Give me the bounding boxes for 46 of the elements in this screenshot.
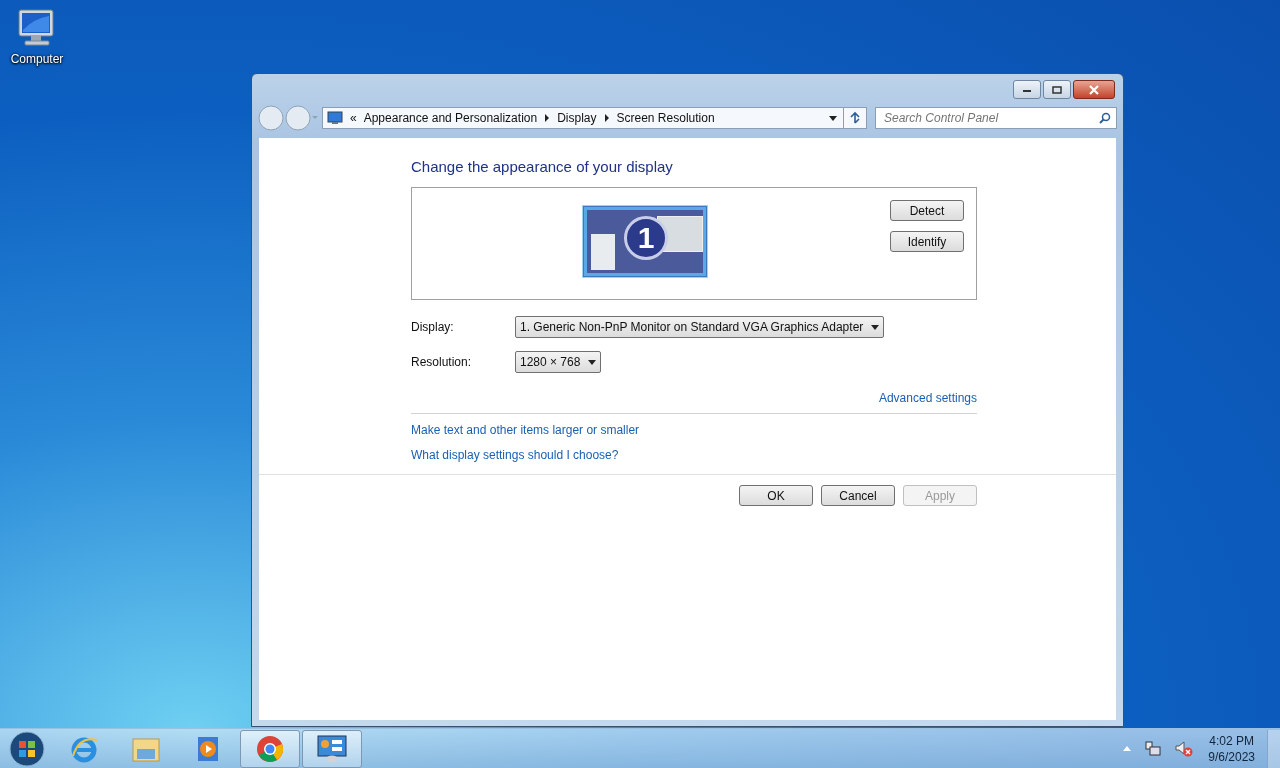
maximize-button[interactable] [1043,80,1071,99]
help-link[interactable]: Make text and other items larger or smaller [411,423,640,437]
breadcrumb-overflow[interactable]: « [350,111,357,125]
taskbar-button[interactable] [302,729,362,768]
chevron-right-icon[interactable] [544,114,551,122]
clock-date[interactable]: 9/6/2023 [1208,748,1255,765]
maximize-icon [1052,85,1062,94]
breadcrumb-item[interactable]: Appearance and Personalization [363,111,538,125]
refresh-arrows-icon [848,111,862,125]
page-heading: Change the appearance of your display [411,158,674,175]
volume-muted-icon[interactable] [1175,740,1194,757]
help-link[interactable]: What display settings should I choose? [411,448,619,462]
side-button[interactable]: Identify [890,231,964,252]
network-icon[interactable] [1145,740,1162,757]
minimize-button[interactable] [1013,80,1041,99]
chevron-right-icon[interactable] [603,114,610,122]
advanced-settings-link[interactable]: Advanced settings [878,391,977,405]
field-label: Display: [411,320,455,334]
media-player-icon [195,734,221,763]
refresh-button[interactable] [843,107,867,129]
dialog-button[interactable]: Cancel [821,485,895,506]
dropdown-arrow-icon [588,359,597,365]
dropdown-arrow-icon[interactable] [829,115,837,121]
breadcrumb-item[interactable]: Screen Resolution [616,111,715,125]
monitor-thumbnail[interactable]: 1 [583,206,707,277]
control-panel-icon [316,733,348,764]
monitor-number: 1 [624,216,668,260]
mini-window-drawing [591,234,615,270]
start-button[interactable] [7,728,47,768]
close-button[interactable] [1073,80,1115,99]
taskbar-button[interactable] [240,729,300,768]
search-field[interactable]: Search Control Panel [875,107,1117,129]
close-icon [1088,84,1100,95]
dropdown-arrow-icon [871,324,880,330]
field-label: Resolution: [411,355,473,369]
dialog-button[interactable]: OK [739,485,813,506]
side-button[interactable]: Detect [890,200,964,221]
clock-time[interactable]: 4:02 PM [1209,732,1254,749]
dropdown[interactable]: 1280 × 768 [515,351,602,373]
address-bar[interactable]: « Appearance and Personalization Display Screen Resolution [322,107,844,129]
monitor-icon [327,111,343,125]
chrome-browser-icon [255,733,285,764]
desktop-icon-label[interactable]: Computer [10,52,64,66]
dropdown[interactable]: 1. Generic Non-PnP Monitor on Standard VGA Graphics Adapter [515,316,885,338]
search-icon[interactable] [1099,112,1111,124]
breadcrumb-item[interactable]: Display [557,111,597,125]
